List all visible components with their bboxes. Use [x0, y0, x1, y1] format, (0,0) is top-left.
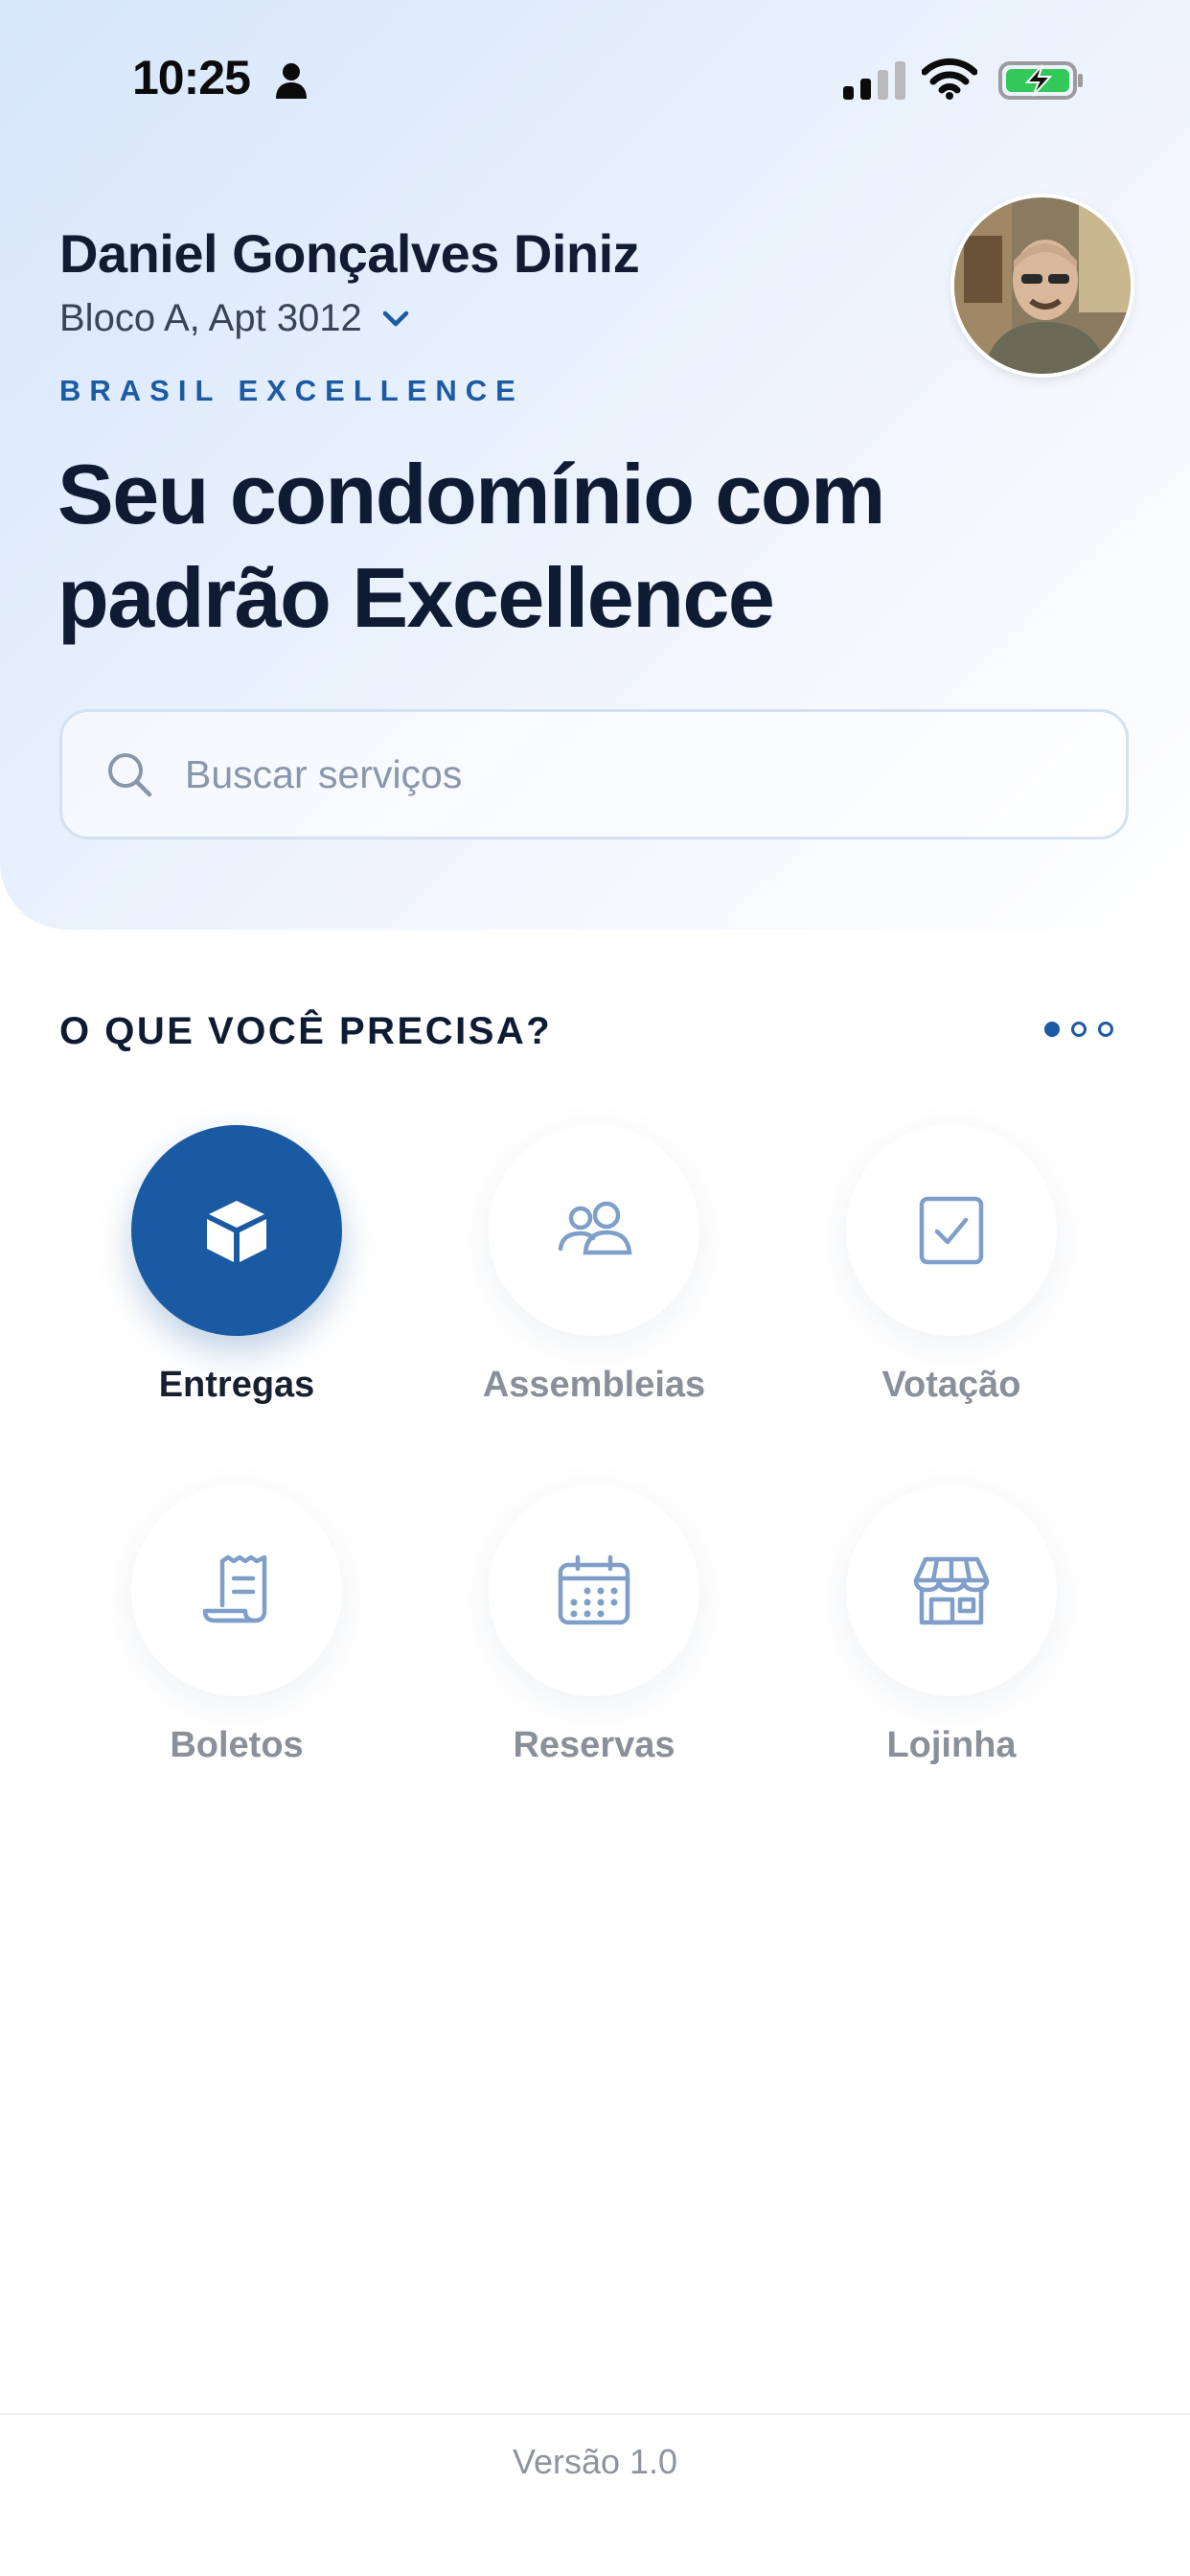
headline-line-2: padrão Excellence [57, 550, 775, 645]
service-entregas-circle [131, 1125, 342, 1336]
brand-label: BRASIL EXCELLENCE [59, 374, 524, 407]
user-avatar[interactable] [954, 197, 1131, 374]
page-indicator [1044, 1022, 1113, 1037]
service-label: Lojinha [886, 1725, 1017, 1765]
headline-line-1: Seu condomínio com [57, 447, 885, 541]
service-reservas[interactable]: Reservas [450, 1485, 738, 1766]
section-title: O QUE VOCÊ PRECISA? [59, 1010, 553, 1052]
service-votacao[interactable]: Votação [808, 1125, 1095, 1406]
service-label: Assembleias [482, 1365, 706, 1405]
wifi-icon [922, 58, 977, 100]
unit-selector[interactable]: Bloco A, Apt 3012 [59, 297, 410, 340]
page-dot-2[interactable] [1071, 1022, 1087, 1037]
avatar-photo [954, 197, 1131, 374]
calendar-icon [558, 1554, 630, 1625]
package-box-icon [207, 1201, 266, 1262]
search-icon [108, 753, 152, 797]
service-boletos-circle [131, 1485, 342, 1696]
battery-charging-icon [998, 61, 1083, 100]
service-votacao-circle [846, 1125, 1057, 1336]
page-headline: Seu condomínio com padrão Excellence [57, 443, 1111, 650]
store-icon [913, 1556, 990, 1625]
service-lojinha-circle [846, 1485, 1057, 1696]
unit-label: Bloco A, Apt 3012 [59, 297, 362, 339]
cellular-signal-icon [843, 61, 905, 100]
page-dot-3[interactable] [1098, 1022, 1113, 1037]
service-boletos[interactable]: Boletos [93, 1485, 380, 1766]
search-input[interactable] [183, 750, 1049, 798]
chevron-down-icon [382, 310, 409, 326]
person-icon [276, 63, 307, 99]
users-group-icon [558, 1201, 632, 1255]
status-time: 10:25 [132, 51, 251, 104]
receipt-scroll-icon [202, 1554, 267, 1623]
service-lojinha[interactable]: Lojinha [808, 1485, 1095, 1766]
service-entregas[interactable]: Entregas [93, 1125, 380, 1406]
checkbox-vote-icon [919, 1196, 984, 1265]
service-assembleias[interactable]: Assembleias [450, 1125, 738, 1406]
search-bar[interactable] [59, 709, 1129, 840]
service-label: Boletos [170, 1725, 304, 1765]
service-reservas-circle [489, 1485, 699, 1696]
service-label: Votação [881, 1365, 1021, 1405]
user-name: Daniel Gonçalves Diniz [59, 223, 640, 284]
service-label: Entregas [158, 1365, 315, 1405]
service-label: Reservas [513, 1725, 675, 1765]
app-version: Versão 1.0 [512, 2442, 678, 2481]
page-dot-1[interactable] [1044, 1022, 1060, 1037]
service-assembleias-circle [489, 1125, 699, 1336]
footer-divider [0, 2413, 1190, 2415]
